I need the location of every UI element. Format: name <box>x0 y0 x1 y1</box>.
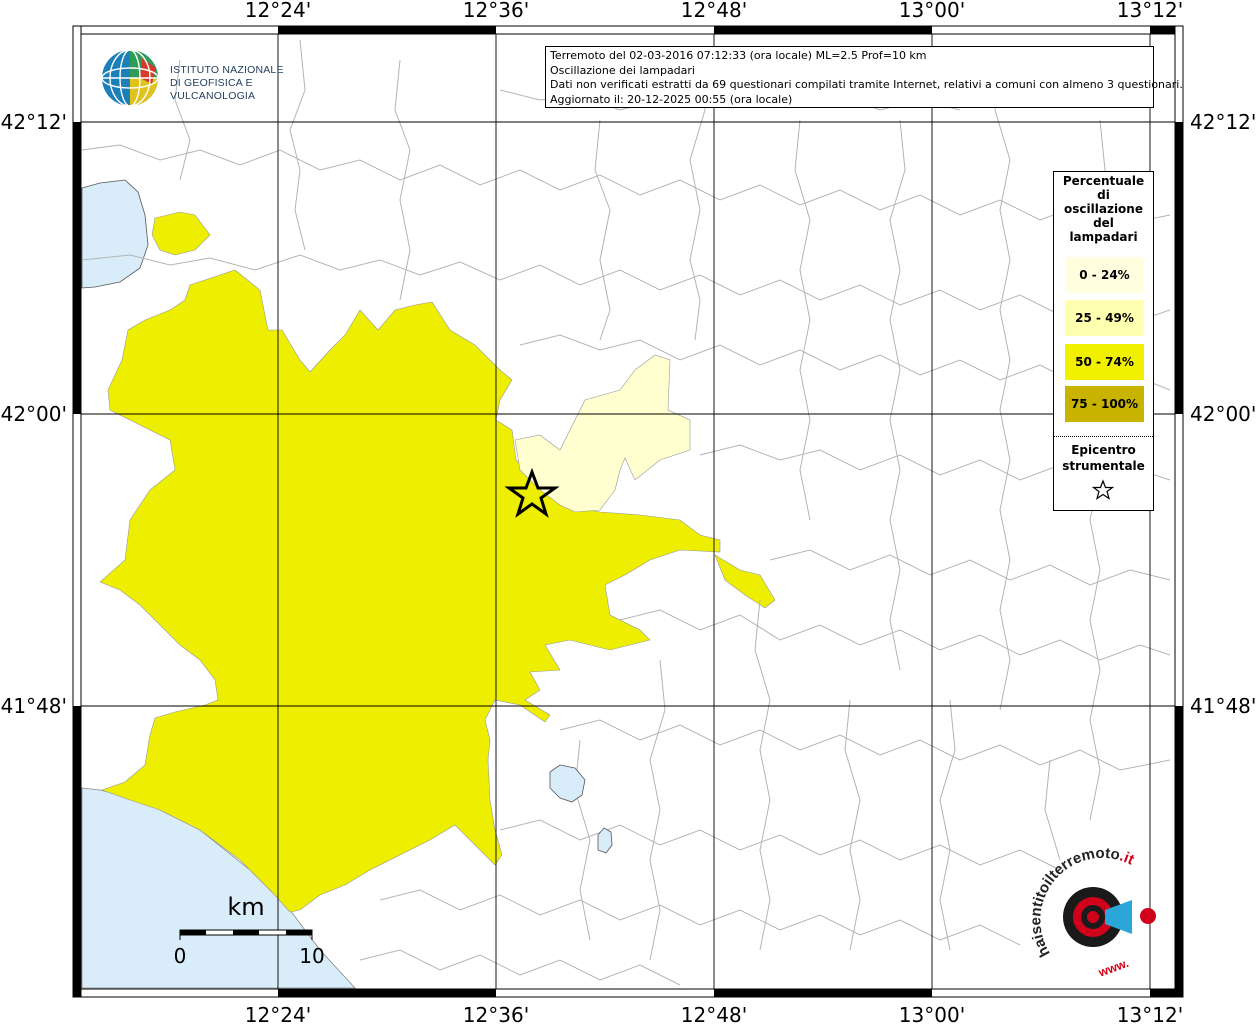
legend-title: Percentuale di oscillazione del lampadar… <box>1054 174 1153 244</box>
intensity-map: 12°24' 12°36' 12°48' 13°00' 13°12' 12°24… <box>1 0 1256 1024</box>
lat-tick-label: 42°00' <box>1 402 67 426</box>
lat-tick-label: 41°48' <box>1190 694 1256 718</box>
lon-tick-label: 13°00' <box>899 0 965 22</box>
legend-title-line: di <box>1097 188 1110 202</box>
legend-title-line: oscillazione <box>1064 202 1143 216</box>
legend-title-line: del <box>1093 216 1114 230</box>
legend-epicenter-label: Epicentro strumentale <box>1054 442 1153 474</box>
legend-epicenter-line: Epicentro <box>1071 443 1136 457</box>
legend-separator <box>1054 436 1153 437</box>
ingv-logo: ISTITUTO NAZIONALE DI GEOFISICA E VULCAN… <box>100 48 320 110</box>
lon-tick-label: 12°24' <box>245 1003 311 1024</box>
star-icon <box>1092 479 1114 500</box>
map-subject: Oscillazione dei lampadari <box>550 63 695 77</box>
legend-class-75-100: 75 - 100% <box>1065 386 1144 422</box>
scale-start: 0 <box>174 944 187 968</box>
lon-tick-label: 13°00' <box>899 1003 965 1024</box>
legend: Percentuale di oscillazione del lampadar… <box>1053 171 1154 511</box>
lon-tick-label: 12°36' <box>463 1003 529 1024</box>
lat-tick-label: 42°12' <box>1190 110 1256 134</box>
scale-end: 10 <box>299 944 324 968</box>
legend-class-25-49: 25 - 49% <box>1065 300 1144 336</box>
globe-icon <box>101 49 159 107</box>
lon-tick-label: 12°48' <box>681 0 747 22</box>
lat-tick-label: 42°00' <box>1190 402 1256 426</box>
legend-class-50-74: 50 - 74% <box>1065 344 1144 380</box>
lon-ticks-top: 12°24' 12°36' 12°48' 13°00' 13°12' <box>245 0 1183 22</box>
lon-tick-label: 13°12' <box>1117 0 1183 22</box>
lat-tick-label: 42°12' <box>1 110 67 134</box>
scale-unit: km <box>227 893 264 921</box>
lon-tick-label: 13°12' <box>1117 1003 1183 1024</box>
logo-line1: ISTITUTO NAZIONALE <box>170 64 284 76</box>
event-title: Terremoto del 02-03-2016 07:12:33 (ora l… <box>550 49 927 62</box>
event-info-box: Terremoto del 02-03-2016 07:12:33 (ora l… <box>545 46 1183 108</box>
lon-tick-label: 12°24' <box>245 0 311 22</box>
lat-ticks-right: 42°12' 42°00' 41°48' <box>1190 110 1256 718</box>
lon-tick-label: 12°36' <box>463 0 529 22</box>
legend-title-line: lampadari <box>1069 230 1138 244</box>
data-note: Dati non verificati estratti da 69 quest… <box>550 78 1183 91</box>
lat-ticks-left: 42°12' 42°00' 41°48' <box>1 110 67 718</box>
legend-class-0-24: 0 - 24% <box>1065 257 1144 293</box>
lat-tick-label: 41°48' <box>1 694 67 718</box>
logo-line2: DI GEOFISICA E VULCANOLOGIA <box>170 77 256 102</box>
lon-ticks-bottom: 12°24' 12°36' 12°48' 13°00' 13°12' <box>245 1003 1183 1024</box>
lon-tick-label: 12°48' <box>681 1003 747 1024</box>
update-timestamp: Aggiornato il: 20-12-2025 00:55 (ora loc… <box>550 92 793 106</box>
legend-title-line: Percentuale <box>1062 174 1145 188</box>
legend-epicenter-line: strumentale <box>1062 459 1145 473</box>
